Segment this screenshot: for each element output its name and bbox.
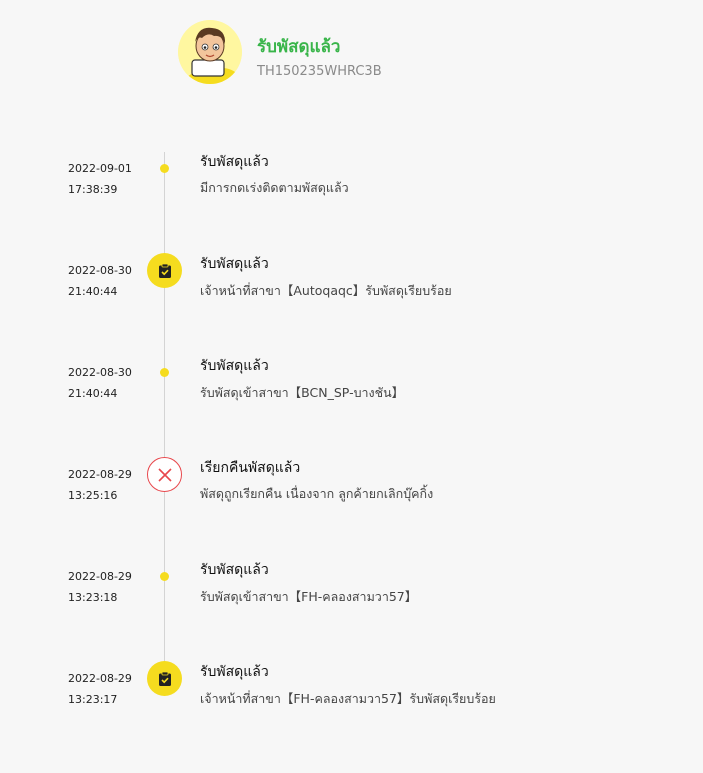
- event-time: 17:38:39: [68, 183, 118, 196]
- event-description: เจ้าหน้าที่สาขา【Autoqaqc】รับพัสดุเรียบร้…: [200, 283, 452, 298]
- event-time: 21:40:44: [68, 387, 118, 400]
- event-description: รับพัสดุเข้าสาขา【BCN_SP-บางชัน】: [200, 385, 405, 400]
- timeline-event: 2022-08-30 21:40:44 รับพัสดุแล้ว เจ้าหน้…: [0, 253, 703, 316]
- event-date: 2022-08-30: [68, 264, 132, 277]
- status-title: รับพัสดุแล้ว: [257, 37, 341, 57]
- event-description: มีการกดเร่งติดตามพัสดุแล้ว: [200, 180, 349, 195]
- event-datetime: 2022-08-29 13:23:17: [68, 668, 132, 710]
- event-date: 2022-08-30: [68, 366, 132, 379]
- cancel-x-icon: [147, 457, 182, 492]
- clipboard-check-icon: [147, 253, 182, 288]
- clipboard-check-icon: [147, 661, 182, 696]
- event-datetime: 2022-08-30 21:40:44: [68, 362, 132, 404]
- event-title: รับพัสดุแล้ว: [200, 562, 269, 578]
- timeline-dot: [160, 572, 169, 581]
- event-date: 2022-08-29: [68, 468, 132, 481]
- timeline-event: 2022-08-29 13:23:17 รับพัสดุแล้ว เจ้าหน้…: [0, 661, 703, 724]
- courier-mascot-icon: [178, 20, 242, 84]
- event-title: เรียกคืนพัสดุแล้ว: [200, 460, 301, 476]
- event-datetime: 2022-08-29 13:25:16: [68, 464, 132, 506]
- timeline-dot: [160, 368, 169, 377]
- event-date: 2022-09-01: [68, 162, 132, 175]
- event-title: รับพัสดุแล้ว: [200, 154, 269, 170]
- event-description: พัสดุถูกเรียกคืน เนื่องจาก ลูกค้ายกเลิกบ…: [200, 486, 434, 501]
- timeline-event: 2022-08-29 13:25:16 เรียกคืนพัสดุแล้ว พั…: [0, 457, 703, 520]
- event-datetime: 2022-09-01 17:38:39: [68, 158, 132, 200]
- event-title: รับพัสดุแล้ว: [200, 358, 269, 374]
- event-description: รับพัสดุเข้าสาขา【FH-คลองสามวา57】: [200, 589, 418, 604]
- event-date: 2022-08-29: [68, 672, 132, 685]
- event-datetime: 2022-08-29 13:23:18: [68, 566, 132, 608]
- event-time: 21:40:44: [68, 285, 118, 298]
- timeline-dot: [160, 164, 169, 173]
- event-time: 13:23:18: [68, 591, 118, 604]
- event-title: รับพัสดุแล้ว: [200, 664, 269, 680]
- tracking-number: TH150235WHRC3B: [257, 64, 382, 79]
- event-time: 13:25:16: [68, 489, 118, 502]
- timeline-event: 2022-08-29 13:23:18 รับพัสดุแล้ว รับพัสด…: [0, 562, 703, 622]
- event-description: เจ้าหน้าที่สาขา【FH-คลองสามวา57】รับพัสดุเ…: [200, 691, 496, 706]
- event-date: 2022-08-29: [68, 570, 132, 583]
- event-title: รับพัสดุแล้ว: [200, 256, 269, 272]
- tracking-header: รับพัสดุแล้ว TH150235WHRC3B: [178, 20, 578, 90]
- timeline-event: 2022-08-30 21:40:44 รับพัสดุแล้ว รับพัสด…: [0, 358, 703, 418]
- timeline-event: 2022-09-01 17:38:39 รับพัสดุแล้ว มีการกด…: [0, 154, 703, 214]
- event-time: 13:23:17: [68, 693, 118, 706]
- event-datetime: 2022-08-30 21:40:44: [68, 260, 132, 302]
